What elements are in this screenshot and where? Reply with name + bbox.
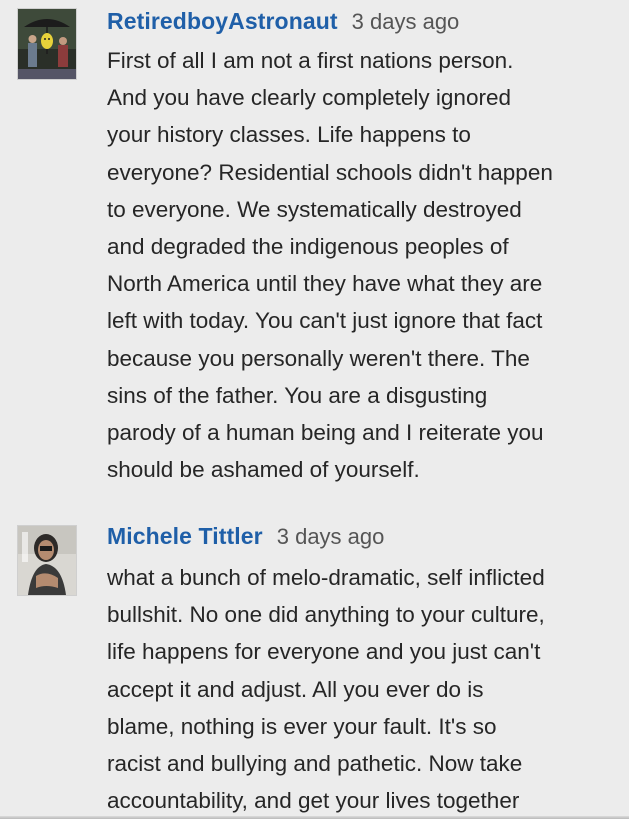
comment-line: parody of a human being and I reiterate … (107, 420, 544, 446)
comment-line: to everyone. We systematically destroyed (107, 196, 522, 222)
avatar[interactable] (17, 525, 77, 596)
author-name[interactable]: Michele Tittler (107, 523, 263, 549)
comment-header: Michele Tittler 3 days ago (107, 523, 384, 550)
comment-line: And you have clearly completely ignored (107, 85, 511, 111)
comment-line: everyone? Residential schools didn't hap… (107, 159, 553, 185)
comment-header: RetiredboyAstronaut 3 days ago (107, 8, 459, 35)
comment-thread: RetiredboyAstronaut 3 days ago First of a… (0, 0, 629, 819)
comment-body: First of all I am not a first nations pe… (107, 42, 622, 488)
comment-line: what a bunch of melo-dramatic, self infl… (107, 565, 545, 590)
comment-line: left with today. You can't just ignore t… (107, 308, 543, 334)
comment-line: sins of the father. You are a disgusting (107, 382, 488, 408)
comment-line: accept it and adjust. All you ever do is (107, 676, 484, 702)
author-name[interactable]: RetiredboyAstronaut (107, 8, 338, 34)
comment-timestamp: 3 days ago (351, 9, 460, 34)
avatar-photo-umbrella-icon (18, 9, 76, 79)
comment-line: racist and bullying and pathetic. Now ta… (107, 751, 523, 777)
comment-line: should be ashamed of yourself. (107, 457, 420, 483)
comment-timestamp: 3 days ago (276, 524, 385, 549)
comment-line: bullshit. No one did anything to your cu… (107, 602, 545, 628)
comment-line: blame, nothing is ever your fault. It's … (107, 713, 497, 739)
comment-line: and degraded the indigenous peoples of (107, 234, 509, 260)
avatar-photo-woman-icon (18, 526, 76, 595)
comment-line: First of all I am not a first nations pe… (107, 48, 514, 73)
comment-body: what a bunch of melo-dramatic, self infl… (107, 559, 622, 819)
avatar[interactable] (17, 8, 77, 80)
comment-line: because you personally weren't there. Th… (107, 345, 530, 371)
comment-line: life happens for everyone and you just c… (107, 639, 541, 665)
comment-line: your history classes. Life happens to (107, 122, 471, 148)
comment-line: North America until they have what they … (107, 271, 543, 297)
comment-line: accountability, and get your lives toget… (107, 788, 520, 814)
